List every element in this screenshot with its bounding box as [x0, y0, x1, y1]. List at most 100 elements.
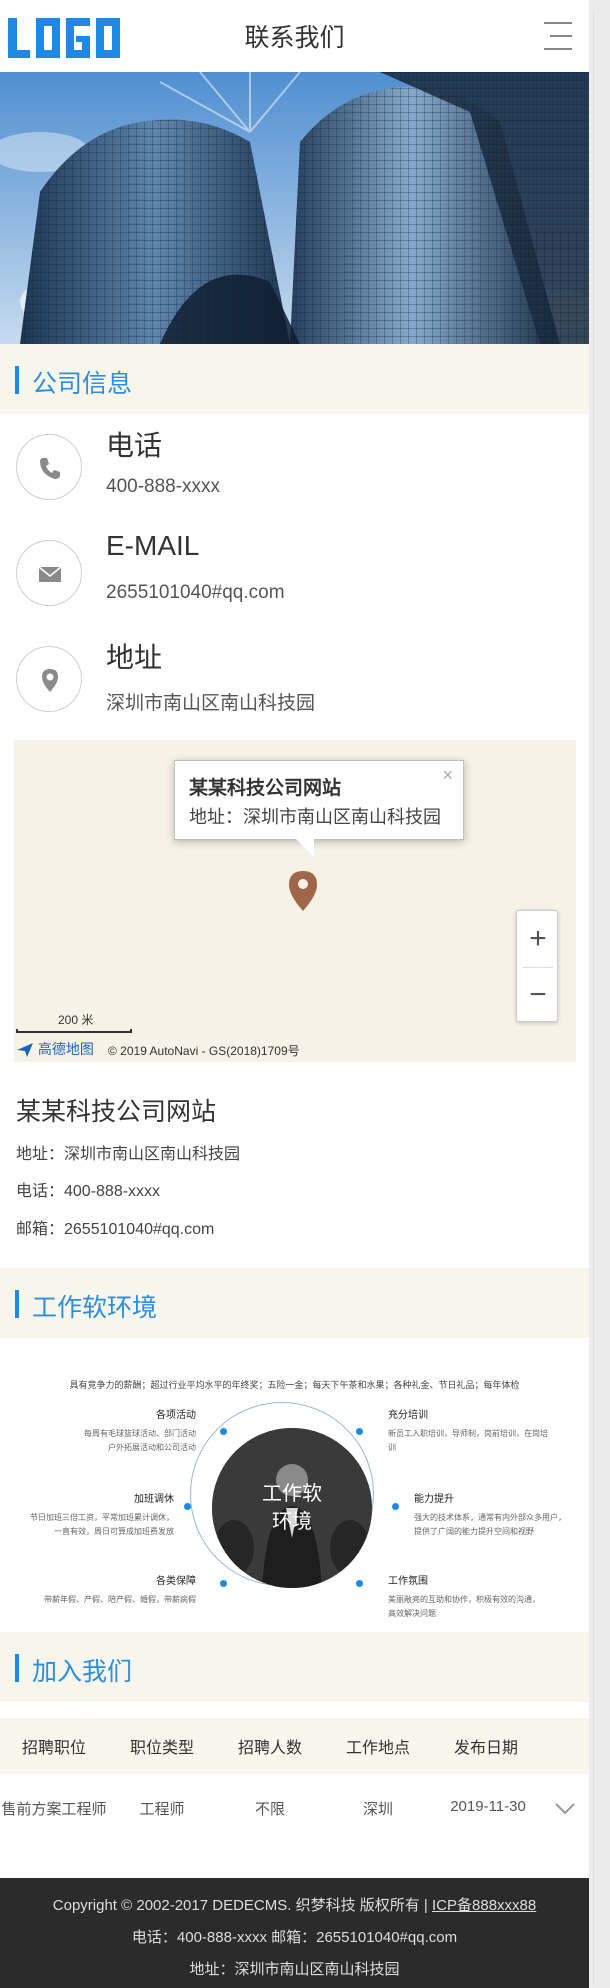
environment-item-title: 充分培训 [388, 1410, 428, 1421]
job-date: 2019-11-30 [450, 1798, 526, 1815]
environment-dot [220, 1428, 227, 1435]
scrollbar[interactable] [589, 0, 610, 1988]
job-count: 不限 [254, 1801, 285, 1818]
environment-item-desc: 节日加班三倍工资，平常加班累计调休， 一直有效，周日可算成加班费发放 [30, 1513, 174, 1536]
contact-email: E-MAIL 2655101040#qq.com [0, 530, 589, 630]
page: 联系我们 公司信息 电话 400-888-xxxx E-MAIL 2655101… [0, 0, 589, 1988]
zoom-in-button[interactable]: + [517, 911, 559, 967]
contact-label: E-MAIL [106, 530, 200, 561]
environment-dot [220, 1580, 227, 1587]
popup-address: 地址：深圳市南山区南山科技园 [189, 807, 441, 827]
environment-item: 能力提升 强大的技术体系，通常有内外部众多用户， 提供了广阔的能力提升空间和视野 [414, 1490, 574, 1539]
map-zoom-control: + − [516, 910, 558, 1022]
environment-item-title: 工作氛围 [388, 1576, 428, 1587]
company-name: 某某科技公司网站 [16, 1098, 217, 1126]
map-scale-bar [16, 1029, 132, 1033]
benefits-note: 具有竞争力的薪酬；超过行业平均水平的年终奖；五险一金；每天下午茶和水果；各种礼金… [69, 1380, 520, 1390]
company-email: 邮箱：2655101040#qq.com [16, 1221, 215, 1238]
section-title: 公司信息 [32, 370, 133, 398]
environment-dot [356, 1428, 363, 1435]
contact-phone: 电话 400-888-xxxx [0, 424, 589, 524]
popup-title: 某某科技公司网站 [189, 778, 342, 799]
map-info-popup: 某某科技公司网站 地址：深圳市南山区南山科技园 × [174, 760, 464, 840]
environment-center-label: 工作软 环境 [212, 1480, 372, 1536]
section-environment: 工作软环境 [0, 1268, 589, 1338]
section-marker [15, 366, 19, 394]
table-row[interactable]: 售前方案工程师 工程师 不限 深圳 2019-11-30 [0, 1774, 589, 1842]
environment-dot [392, 1503, 399, 1510]
section-marker [15, 1290, 19, 1318]
close-icon[interactable]: × [442, 765, 453, 786]
map-scale-label: 200 米 [58, 1013, 94, 1027]
footer: Copyright © 2002-2017 DEDECMS. 织梦科技 版权所有… [0, 1878, 589, 1988]
company-address: 地址：深圳市南山区南山科技园 [16, 1146, 241, 1163]
banner-image [0, 72, 589, 344]
map-brand-name: 高德地图 [37, 1041, 94, 1057]
phone-icon [40, 458, 60, 479]
contact-label: 地址 [106, 642, 163, 673]
location-icon [42, 669, 58, 692]
footer-copyright: Copyright © 2002-2017 DEDECMS. 织梦科技 版权所有… [52, 1897, 428, 1914]
environment-item-title: 能力提升 [414, 1494, 454, 1505]
environment-dot [184, 1503, 191, 1510]
contact-value: 深圳市南山区南山科技园 [106, 693, 316, 714]
contact-value: 400-888-xxxx [106, 476, 221, 497]
environment-photo: 工作软 环境 [212, 1428, 372, 1588]
footer-address: 地址：深圳市南山区南山科技园 [189, 1961, 400, 1978]
footer-icp-link[interactable]: ICP备888xxx88 [432, 1897, 536, 1914]
mail-icon [38, 566, 62, 582]
environment-label-line1: 工作软 [262, 1483, 322, 1505]
page-title: 联系我们 [244, 24, 345, 52]
contact-address: 地址 深圳市南山区南山科技园 [0, 636, 589, 736]
phone-icon-circle [16, 434, 82, 500]
jobs-header-cell: 招聘职位 [21, 1740, 86, 1757]
environment-item-desc: 美丽敞亮的互助和协作，积极有效的沟通， 高效解决问题 [388, 1595, 540, 1618]
section-jobs: 加入我们 [0, 1632, 589, 1702]
environment-dot [356, 1580, 363, 1587]
environment-item: 加班调休 节日加班三倍工资，平常加班累计调休， 一直有效，周日可算成加班费发放 [14, 1490, 174, 1539]
environment-item-desc: 每周有毛球篮球活动、部门活动 户外拓展活动和公司活动 [84, 1429, 196, 1452]
map[interactable]: 某某科技公司网站 地址：深圳市南山区南山科技园 × + − 200 米 高德地图… [14, 740, 576, 1062]
location-icon-circle [16, 646, 82, 712]
company-phone: 电话：400-888-xxxx [16, 1183, 161, 1200]
mail-icon-circle [16, 540, 82, 606]
footer-contact: 电话：400-888-xxxx 邮箱：2655101040#qq.com [131, 1929, 458, 1946]
section-title: 加入我们 [32, 1658, 133, 1686]
environment-item: 工作氛围 美丽敞亮的互助和协作，积极有效的沟通， 高效解决问题 [388, 1572, 548, 1621]
section-marker [15, 1654, 19, 1682]
environment-item-desc: 强大的技术体系，通常有内外部众多用户， 提供了广阔的能力提升空间和视野 [414, 1513, 566, 1536]
section-company-info: 公司信息 [0, 344, 589, 414]
section-title: 工作软环境 [32, 1294, 158, 1322]
popup-pointer [296, 839, 314, 857]
header: 联系我们 [0, 0, 589, 72]
scrollbar-thumb[interactable] [593, 10, 606, 1985]
footer-copyright-line: Copyright © 2002-2017 DEDECMS. 织梦科技 版权所有… [0, 1894, 589, 1915]
map-brand[interactable]: 高德地图 [16, 1039, 94, 1059]
jobs-table-header: 招聘职位 职位类型 招聘人数 工作地点 发布日期 [0, 1718, 589, 1774]
environment-item: 各类保障 带薪年假、产假、陪产假、婚假，带薪病假 [36, 1572, 196, 1607]
contact-label: 电话 [106, 430, 163, 461]
jobs-header-cell: 职位类型 [129, 1740, 194, 1757]
jobs-header-cell: 发布日期 [453, 1740, 518, 1757]
zoom-out-button[interactable]: − [517, 967, 559, 1023]
jobs-header-cell: 招聘人数 [237, 1740, 302, 1757]
environment-item-desc: 带薪年假、产假、陪产假、婚假，带薪病假 [44, 1595, 196, 1604]
environment-item: 充分培训 新员工入职培训，导师制，岗前培训，在岗培训 [388, 1406, 548, 1455]
map-marker-icon[interactable] [288, 870, 318, 912]
map-brand-icon [17, 1043, 33, 1058]
map-copyright: © 2019 AutoNavi - GS(2018)1709号 [108, 1044, 300, 1058]
hamburger-icon[interactable] [536, 22, 572, 52]
contact-value: 2655101040#qq.com [106, 582, 285, 603]
environment-item-title: 加班调休 [134, 1494, 174, 1505]
environment-item-title: 各类保障 [156, 1576, 196, 1587]
job-type: 工程师 [139, 1801, 185, 1818]
environment-item-desc: 新员工入职培训，导师制，岗前培训，在岗培训 [388, 1429, 548, 1452]
jobs-header-cell: 工作地点 [345, 1740, 410, 1757]
environment-item: 各项活动 每周有毛球篮球活动、部门活动 户外拓展活动和公司活动 [36, 1406, 196, 1455]
environment-label-line2: 环境 [272, 1511, 312, 1533]
environment-item-title: 各项活动 [156, 1410, 196, 1421]
environment-graphic: 具有竞争力的薪酬；超过行业平均水平的年终奖；五险一金；每天下午茶和水果；各种礼金… [0, 1338, 589, 1628]
job-position: 售前方案工程师 [1, 1801, 107, 1818]
job-location: 深圳 [362, 1801, 393, 1818]
chevron-down-icon[interactable] [554, 1802, 576, 1816]
